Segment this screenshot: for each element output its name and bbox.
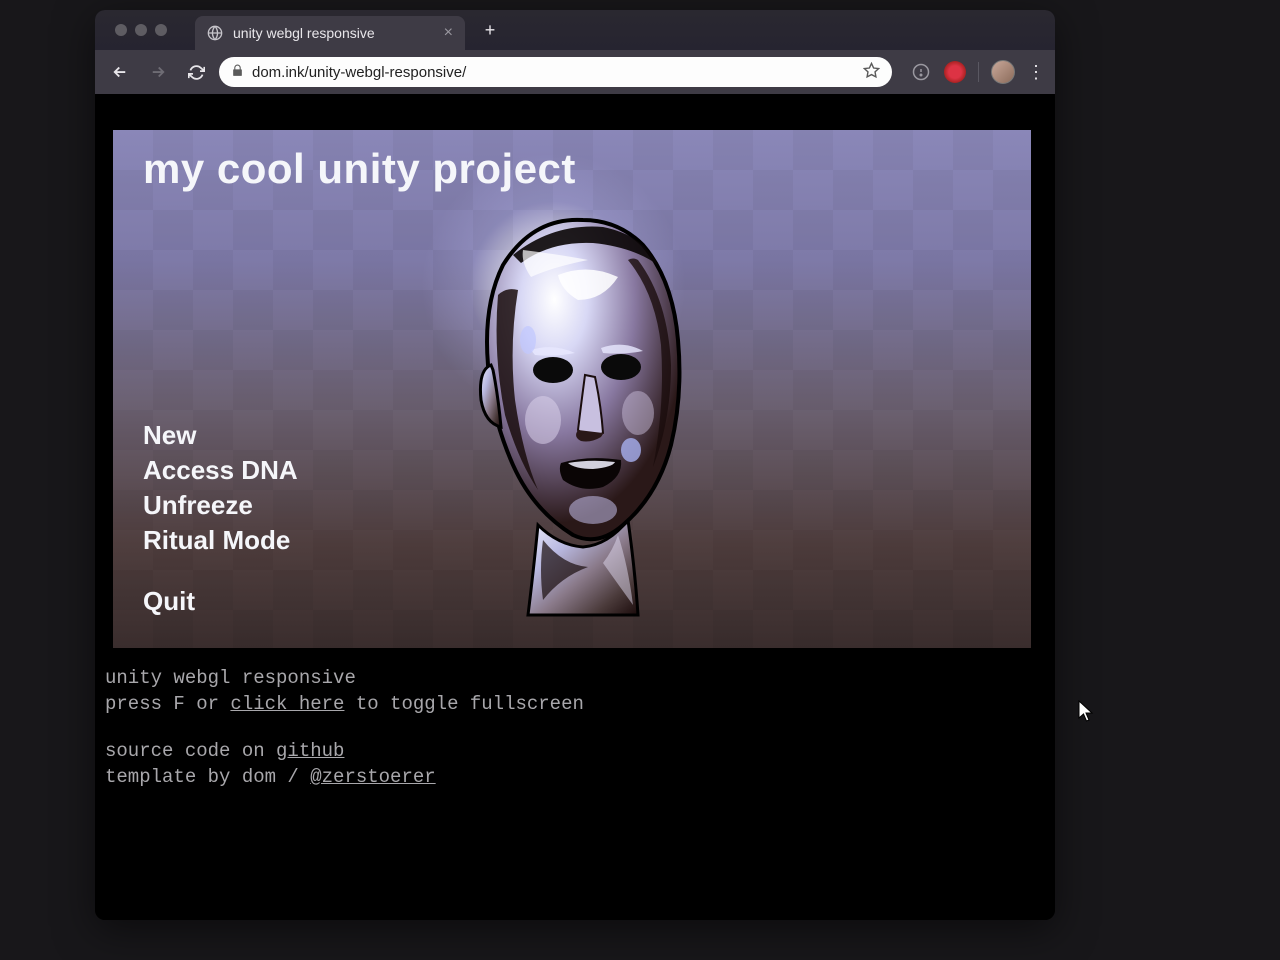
toolbar-divider <box>978 62 979 82</box>
tab-bar: unity webgl responsive × + <box>95 10 1055 50</box>
bookmark-star-icon[interactable] <box>863 62 880 83</box>
unity-canvas[interactable]: my cool unity project <box>113 130 1031 648</box>
window-controls <box>105 24 177 36</box>
game-menu-new[interactable]: New <box>143 420 298 451</box>
game-menu-ritual-mode[interactable]: Ritual Mode <box>143 525 298 556</box>
browser-menu-button[interactable]: ⋮ <box>1027 62 1045 83</box>
minimize-window-button[interactable] <box>135 24 147 36</box>
footer-line-3: source code on github <box>105 739 584 765</box>
lock-icon <box>231 64 244 81</box>
game-menu: New Access DNA Unfreeze Ritual Mode Quit <box>143 420 298 617</box>
maximize-window-button[interactable] <box>155 24 167 36</box>
new-tab-button[interactable]: + <box>477 17 503 43</box>
extension-icon-2[interactable] <box>944 61 966 83</box>
toggle-fullscreen-link[interactable]: click here <box>230 693 344 715</box>
nav-bar: dom.ink/unity-webgl-responsive/ ⋮ <box>95 50 1055 94</box>
reload-button[interactable] <box>181 57 211 87</box>
toolbar-right: ⋮ <box>900 60 1045 84</box>
close-window-button[interactable] <box>115 24 127 36</box>
game-menu-quit[interactable]: Quit <box>143 586 298 617</box>
footer-line-2: press F or click here to toggle fullscre… <box>105 692 584 718</box>
game-menu-access-dna[interactable]: Access DNA <box>143 455 298 486</box>
globe-icon <box>207 25 223 41</box>
back-button[interactable] <box>105 57 135 87</box>
page-footer-text: unity webgl responsive press F or click … <box>105 666 584 791</box>
game-menu-unfreeze[interactable]: Unfreeze <box>143 490 298 521</box>
url-text: dom.ink/unity-webgl-responsive/ <box>252 64 466 81</box>
chrome-head-graphic <box>443 205 723 625</box>
page-content: my cool unity project <box>95 94 1055 920</box>
github-link[interactable]: github <box>276 740 344 762</box>
address-bar[interactable]: dom.ink/unity-webgl-responsive/ <box>219 57 892 87</box>
forward-button[interactable] <box>143 57 173 87</box>
browser-window: unity webgl responsive × + dom.ink/unity… <box>95 10 1055 920</box>
extension-icon-1[interactable] <box>910 61 932 83</box>
game-title: my cool unity project <box>143 145 576 193</box>
mouse-cursor-icon <box>1078 700 1096 724</box>
browser-tab[interactable]: unity webgl responsive × <box>195 16 465 50</box>
close-tab-icon[interactable]: × <box>444 25 453 41</box>
footer-line-1: unity webgl responsive <box>105 666 584 692</box>
tab-title: unity webgl responsive <box>233 25 375 41</box>
footer-line-4: template by dom / @zerstoerer <box>105 765 584 791</box>
profile-avatar[interactable] <box>991 60 1015 84</box>
author-twitter-link[interactable]: @zerstoerer <box>310 766 435 788</box>
